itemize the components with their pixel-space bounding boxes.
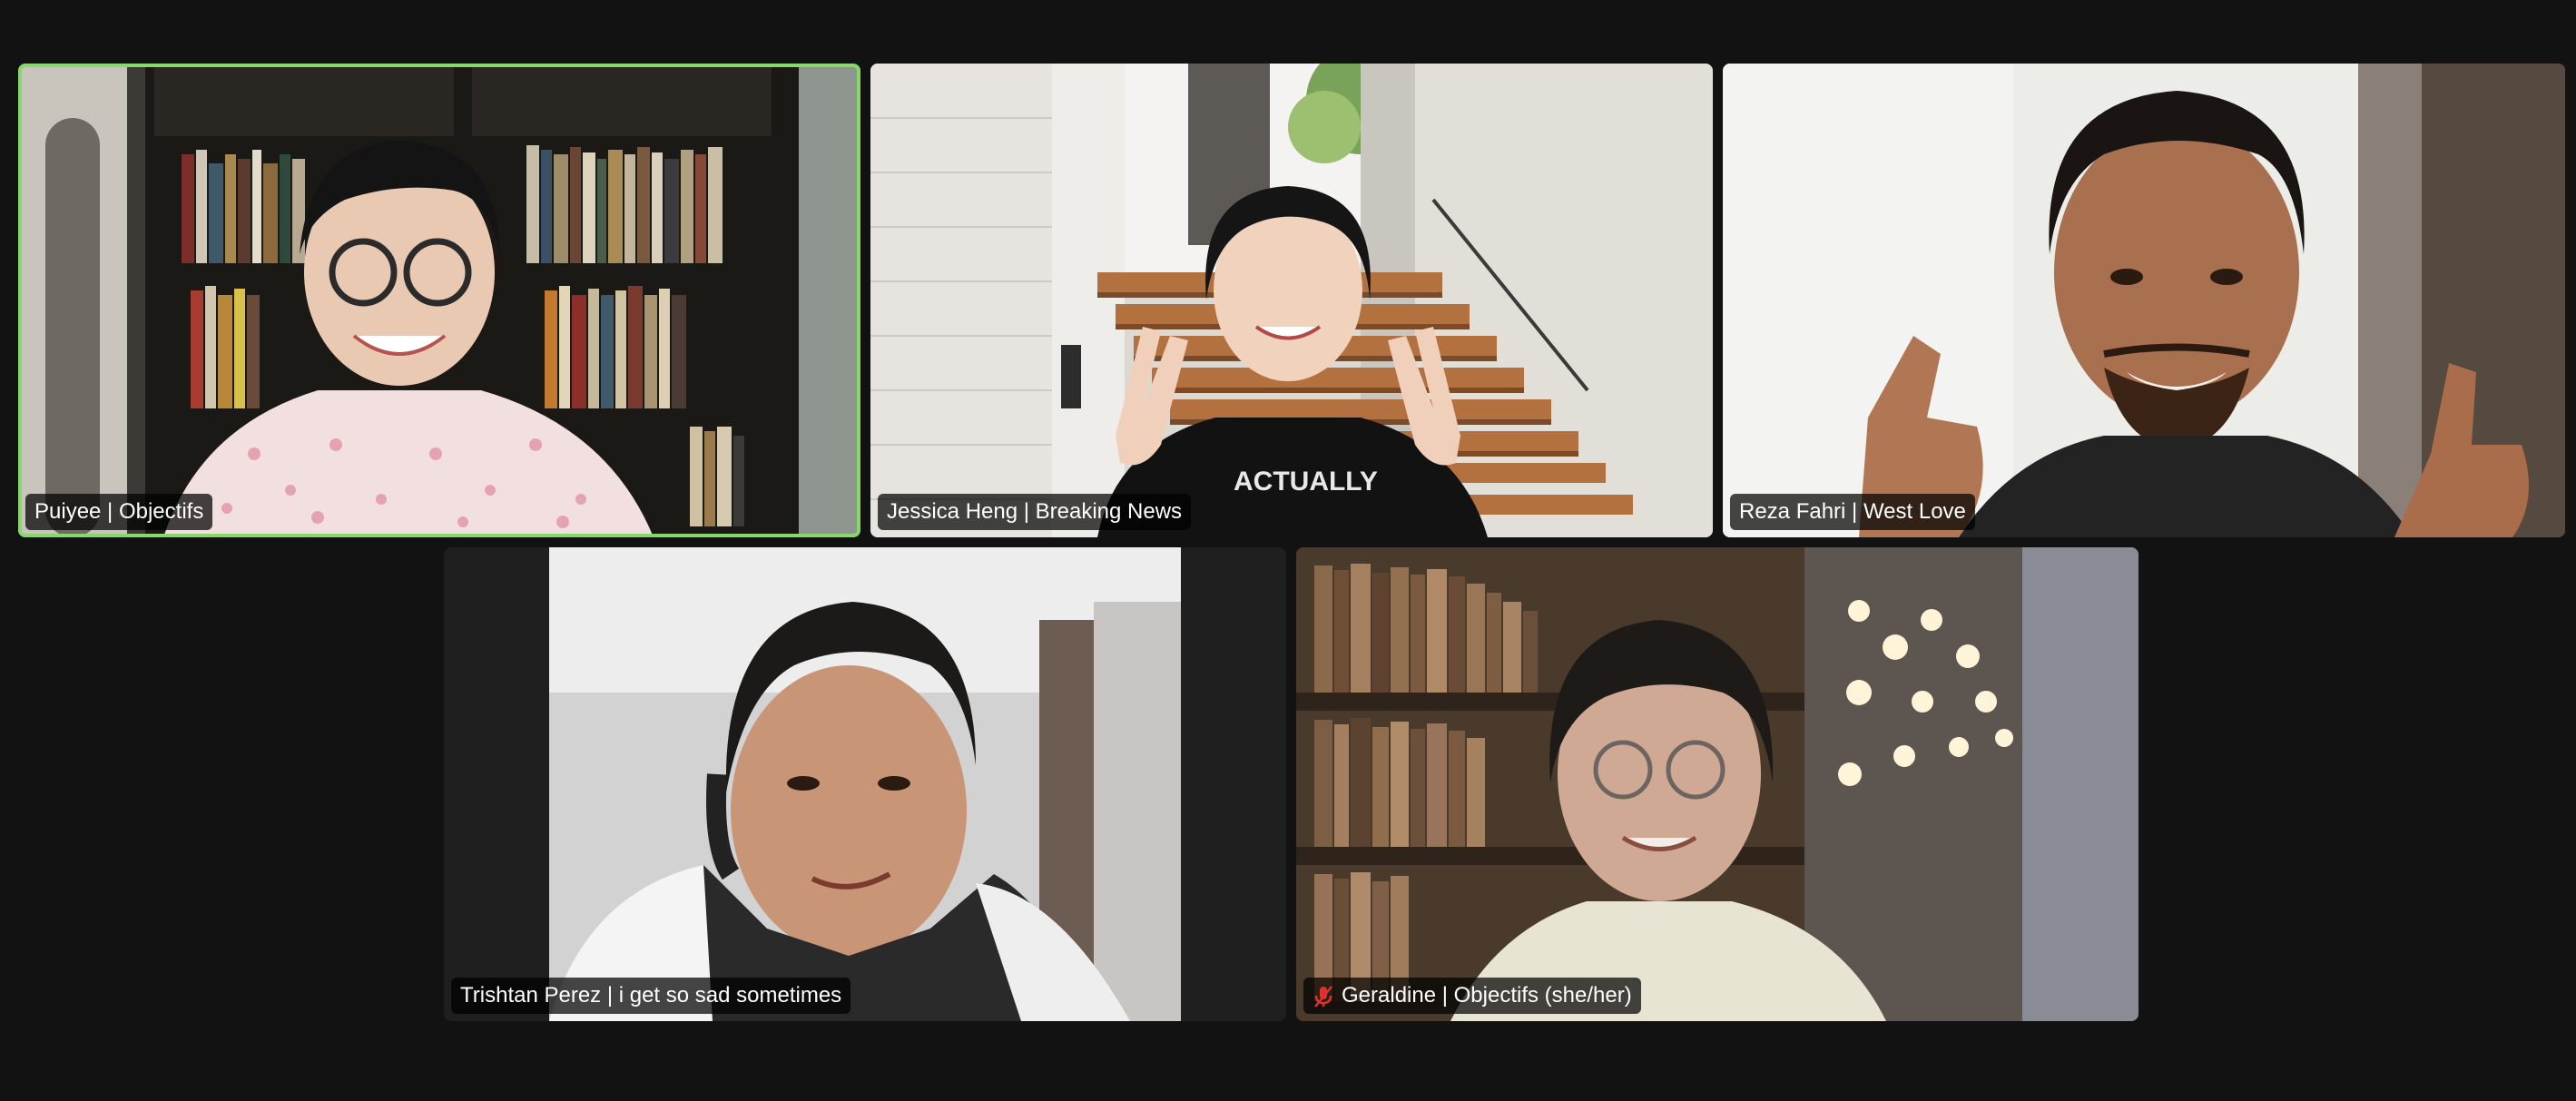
video-tile-reza[interactable]: Reza Fahri | West Love xyxy=(1723,64,2565,537)
video-feed xyxy=(1296,547,2138,1021)
participant-name: Jessica Heng | Breaking News xyxy=(887,499,1183,524)
participant-name-tag: Geraldine | Objectifs (she/her) xyxy=(1303,978,1641,1014)
video-tile-puiyee[interactable]: Puiyee | Objectifs xyxy=(18,64,860,537)
gallery-view: Puiyee | Objectifs ACTUALLY Jessica Heng… xyxy=(0,0,2576,1101)
participant-name: Puiyee | Objectifs xyxy=(34,499,204,524)
video-tile-geraldine[interactable]: Geraldine | Objectifs (she/her) xyxy=(1296,547,2138,1021)
microphone-muted-icon xyxy=(1313,984,1334,1008)
participant-name-tag: Jessica Heng | Breaking News xyxy=(878,494,1192,530)
participant-name-tag: Reza Fahri | West Love xyxy=(1730,494,1975,530)
participant-name-tag: Trishtan Perez | i get so sad sometimes xyxy=(451,978,851,1014)
video-feed xyxy=(1723,64,2565,537)
participant-name: Geraldine | Objectifs (she/her) xyxy=(1342,983,1632,1008)
video-feed: ACTUALLY xyxy=(870,64,1713,537)
video-feed xyxy=(549,547,1181,1021)
video-feed xyxy=(18,64,860,537)
participant-name: Reza Fahri | West Love xyxy=(1739,499,1966,524)
participant-name: Trishtan Perez | i get so sad sometimes xyxy=(460,983,842,1008)
participant-name-tag: Puiyee | Objectifs xyxy=(25,494,213,530)
svg-text:ACTUALLY: ACTUALLY xyxy=(1234,467,1378,496)
video-tile-trishtan[interactable]: Trishtan Perez | i get so sad sometimes xyxy=(444,547,1286,1021)
video-tile-jessica[interactable]: ACTUALLY Jessica Heng | Breaking News xyxy=(870,64,1713,537)
